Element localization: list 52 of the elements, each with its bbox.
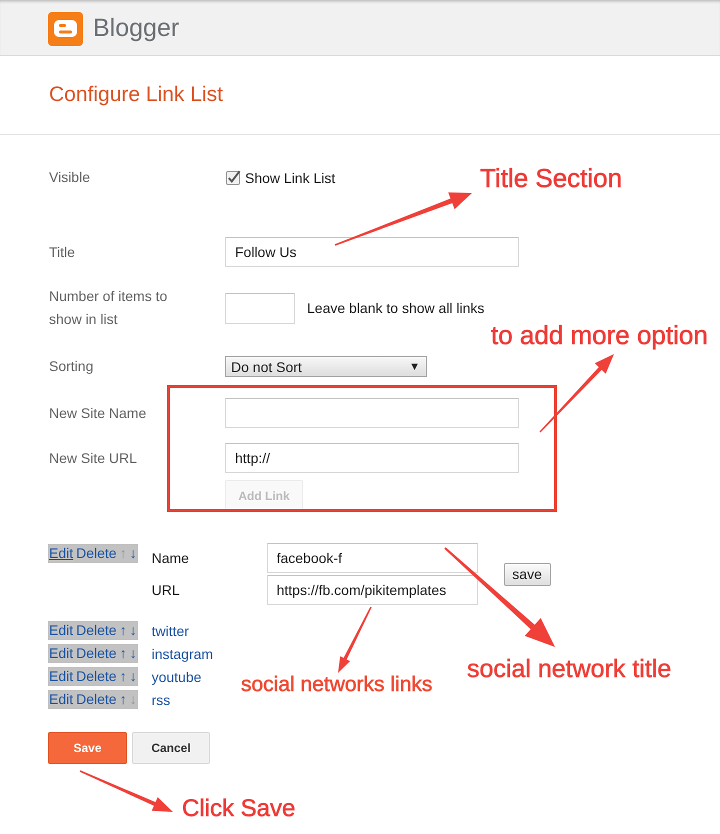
field-hint: Leave blank to show all links (307, 300, 484, 316)
delete-link[interactable]: Delete (76, 668, 117, 685)
edit-link[interactable]: Edit (49, 691, 74, 708)
edit-link[interactable]: Edit (49, 622, 74, 639)
link-name-input[interactable]: facebook-f (266, 543, 478, 573)
field-label: URL (152, 582, 181, 598)
link-url-input[interactable]: https://fb.com/pikitemplates (266, 575, 478, 605)
delete-link[interactable]: Delete (76, 691, 117, 708)
field-label: Name (152, 550, 190, 566)
move-up-link[interactable]: ↑ (120, 691, 127, 708)
edit-link[interactable]: Edit (49, 668, 74, 685)
site-url-input[interactable]: http:// (225, 443, 519, 473)
arrow (338, 606, 372, 673)
delete-link[interactable]: Delete (76, 545, 117, 562)
field-label: New Site URL (49, 448, 137, 468)
edit-link[interactable]: Edit (49, 645, 74, 662)
cancel-button[interactable]: Cancel (132, 732, 210, 764)
annotation-label: social network title (467, 657, 672, 682)
checkbox[interactable] (226, 170, 241, 185)
move-up-link[interactable]: ↑ (120, 622, 127, 639)
move-up-link[interactable]: ↑ (120, 645, 127, 662)
brand-name: Blogger (93, 15, 180, 43)
delete-link[interactable]: Delete (76, 645, 117, 662)
annotation-label: to add more option (491, 322, 708, 348)
move-up-link[interactable]: ↑ (120, 668, 127, 685)
edit-link[interactable]: Edit (49, 545, 74, 562)
delete-link[interactable]: Delete (76, 622, 117, 639)
annotation-label: social networks links (241, 674, 432, 695)
move-down-link[interactable]: ↓ (130, 668, 137, 685)
link-name[interactable]: instagram (152, 646, 214, 662)
annotation-label: Title Section (480, 165, 622, 191)
move-down-link[interactable]: ↓ (130, 645, 137, 662)
sorting-select[interactable]: Do not Sort ▼ (225, 356, 427, 377)
save-link-button[interactable]: save (504, 562, 551, 586)
page-title: Configure Link List (49, 83, 223, 107)
logo-icon (48, 12, 83, 46)
field-label: New Site Name (49, 404, 146, 422)
link-name[interactable]: twitter (152, 622, 189, 638)
link-name[interactable]: youtube (152, 668, 202, 684)
annotation-label: Click Save (182, 797, 296, 821)
move-down-link[interactable]: ↓ (130, 622, 137, 639)
save-button[interactable]: Save (48, 732, 127, 764)
checkbox-label[interactable]: Show Link List (245, 168, 336, 186)
items-count-input[interactable] (225, 292, 295, 324)
title-input[interactable]: Follow Us (225, 237, 519, 267)
site-name-input[interactable] (225, 398, 519, 428)
field-label: Title (49, 242, 75, 262)
field-label: Visible (49, 168, 90, 187)
move-down-link[interactable]: ↓ (130, 545, 137, 562)
field-label: Number of items to show in list (49, 287, 168, 329)
field-label: Sorting (49, 357, 94, 376)
link-name[interactable]: rss (152, 692, 170, 708)
